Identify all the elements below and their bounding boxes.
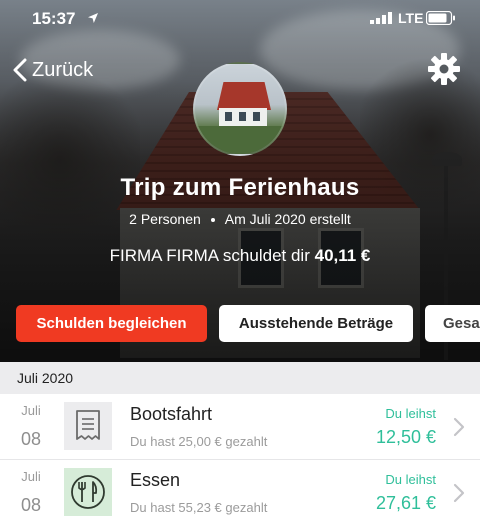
location-arrow-icon	[88, 13, 98, 23]
expense-month: Juli	[21, 403, 41, 418]
chevron-right-icon	[453, 417, 465, 437]
debt-summary: FIRMA FIRMA schuldet dir 40,11 €	[0, 246, 480, 266]
signal-bars-icon	[370, 12, 392, 24]
back-button[interactable]: Zurück	[12, 56, 93, 84]
section-header-month: Juli 2020	[0, 362, 480, 394]
expense-subtitle: Du hast 55,23 € gezahlt	[130, 500, 268, 515]
fork-knife-icon	[64, 468, 112, 516]
expense-title: Essen	[130, 470, 181, 490]
separator-dot	[210, 218, 215, 223]
lend-status-label: Du leihst	[385, 406, 436, 421]
avatar-window	[239, 112, 246, 121]
lend-amount: 12,50 €	[375, 427, 436, 447]
trip-title: Trip zum Ferienhaus	[120, 174, 360, 201]
avatar-window	[253, 112, 260, 121]
outstanding-amounts-button[interactable]: Ausstehende Beträge	[219, 305, 413, 342]
expense-title: Bootsfahrt	[130, 404, 213, 424]
expense-row[interactable]: Juli 08 Bootsfahrt Du hast 25,00 € gezah…	[0, 394, 480, 460]
avatar-house-roof	[217, 82, 271, 110]
network-label: LTE	[398, 10, 424, 26]
debt-amount: 40,11 €	[314, 246, 371, 265]
total-button[interactable]: Gesa	[425, 305, 480, 342]
created-date: Am Juli 2020 erstellt	[224, 211, 351, 227]
trip-avatar[interactable]	[193, 62, 287, 156]
status-time: 15:37	[32, 9, 76, 28]
receipt-icon	[64, 402, 112, 450]
debt-text: FIRMA FIRMA schuldet dir	[109, 246, 310, 265]
expense-month: Juli	[21, 469, 41, 484]
back-label: Zurück	[32, 58, 94, 81]
expense-day: 08	[20, 495, 42, 515]
lend-status-label: Du leihst	[385, 472, 436, 487]
settle-debts-button[interactable]: Schulden begleichen	[16, 305, 207, 342]
gear-icon[interactable]	[427, 52, 461, 86]
lend-amount: 27,61 €	[375, 493, 436, 513]
expense-subtitle: Du hast 25,00 € gezahlt	[130, 434, 268, 449]
chevron-right-icon	[453, 483, 465, 503]
avatar-hedge	[195, 126, 285, 154]
avatar-window	[225, 112, 232, 121]
persons-count: 2 Personen	[129, 211, 201, 227]
expense-day: 08	[20, 429, 42, 449]
expense-row[interactable]: Juli 08 Essen Du hast 55,23 € gezahlt Du…	[0, 460, 480, 521]
battery-icon	[426, 11, 455, 25]
chevron-left-icon	[13, 58, 27, 82]
trip-meta: 2 Personen Am Juli 2020 erstellt	[0, 211, 480, 227]
